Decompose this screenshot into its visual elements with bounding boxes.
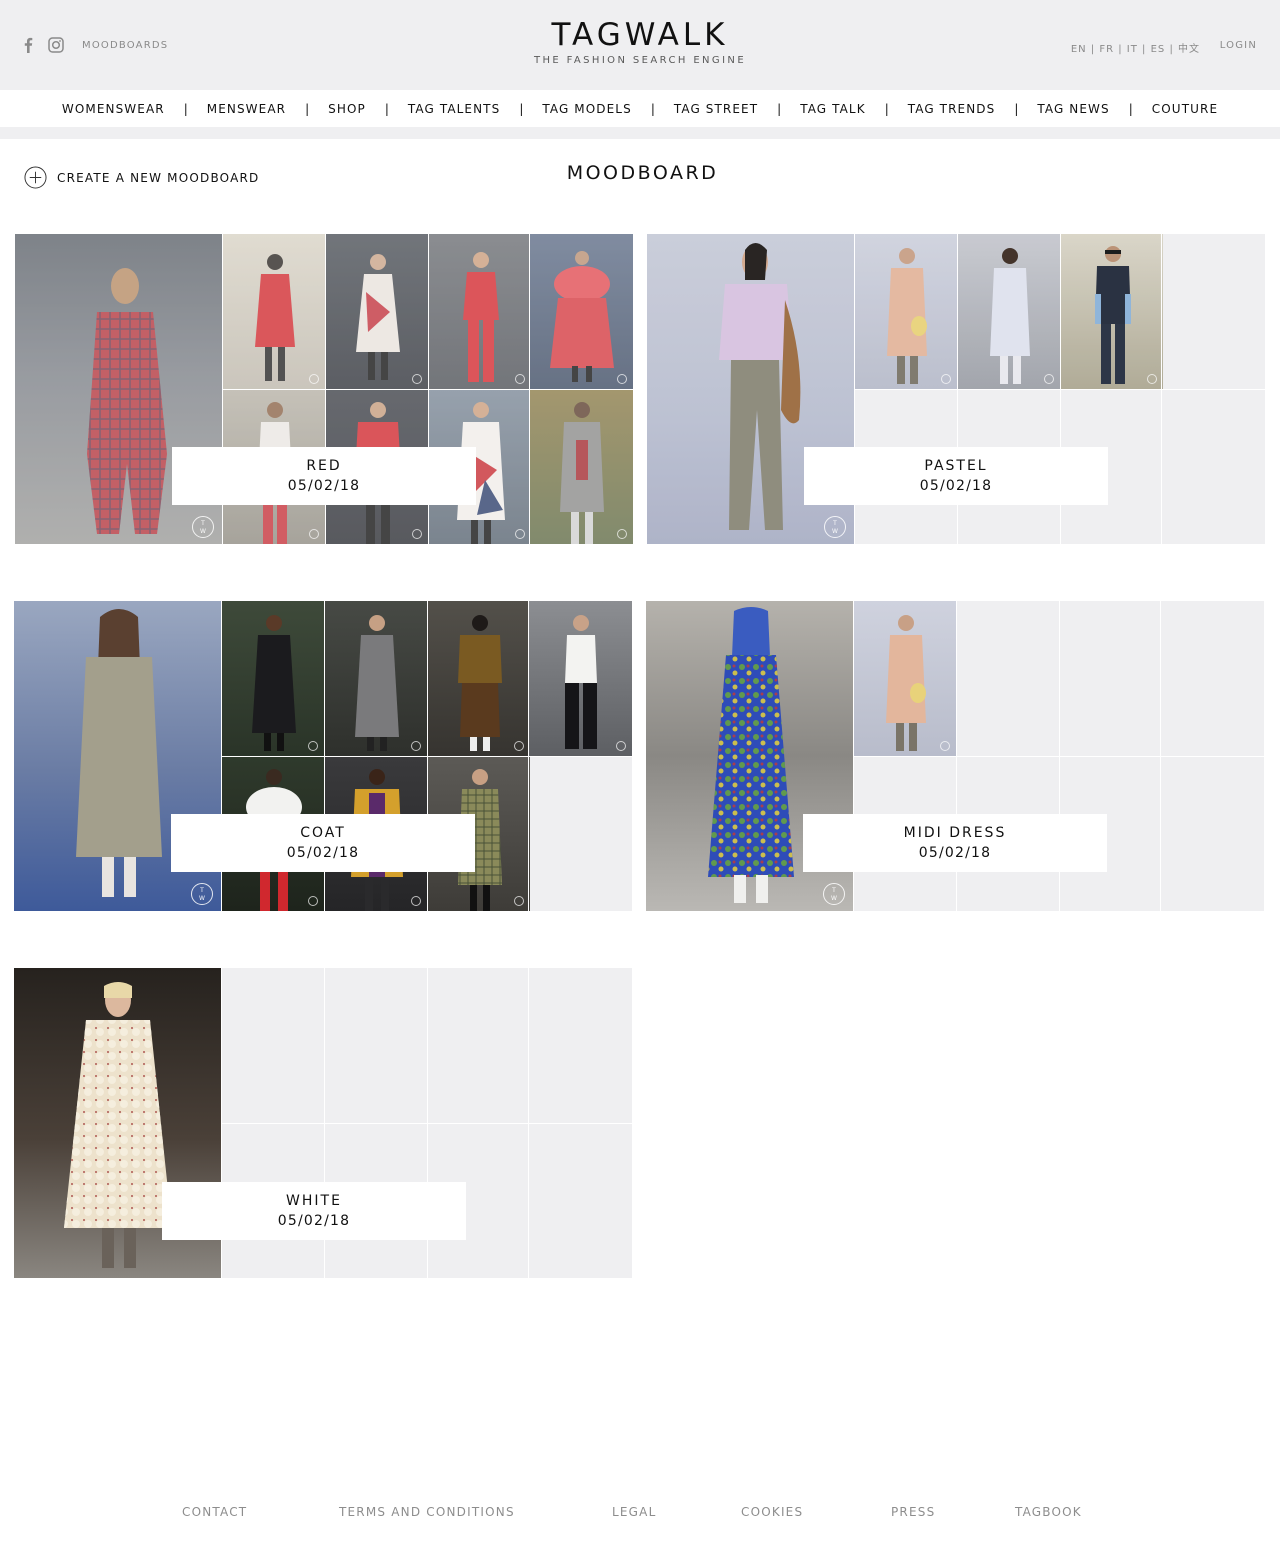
watermark-icon xyxy=(514,896,524,906)
empty-photo-slot xyxy=(324,968,427,1123)
board-label: MIDI DRESS 05/02/18 xyxy=(803,814,1107,872)
empty-photo-slot xyxy=(1059,601,1162,756)
runway-model-figure xyxy=(76,609,162,897)
board-name: RED xyxy=(306,458,342,474)
watermark-icon: TW xyxy=(823,883,845,905)
main-nav: WOMENSWEAR | MENSWEAR | SHOP | TAG TALEN… xyxy=(0,90,1280,127)
watermark-icon xyxy=(308,741,318,751)
top-header: MOODBOARDS TAGWALK THE FASHION SEARCH EN… xyxy=(0,0,1280,90)
nav-separator: | xyxy=(777,101,782,116)
board-label: PASTEL 05/02/18 xyxy=(804,447,1108,505)
board-name: MIDI DRESS xyxy=(903,825,1007,841)
nav-separator: | xyxy=(519,101,524,116)
board-photo xyxy=(427,601,530,756)
empty-photo-slot xyxy=(427,968,530,1123)
footer-legal-link[interactable]: LEGAL xyxy=(612,1505,656,1519)
nav-separator: | xyxy=(384,101,389,116)
board-label: COAT 05/02/18 xyxy=(171,814,475,872)
watermark-icon xyxy=(308,896,318,906)
footer-terms-link[interactable]: TERMS AND CONDITIONS xyxy=(339,1505,515,1519)
board-photo xyxy=(221,601,324,756)
moodboard-card-coat[interactable]: TW COAT 05/02/18 xyxy=(14,601,632,911)
footer-press-link[interactable]: PRESS xyxy=(891,1505,935,1519)
empty-photo-slot xyxy=(528,968,632,1123)
logo-subtitle: THE FASHION SEARCH ENGINE xyxy=(533,55,747,66)
nav-tag-talk[interactable]: TAG TALK xyxy=(800,102,865,116)
runway-model-figure xyxy=(64,982,172,1268)
board-date: 05/02/18 xyxy=(918,845,992,861)
nav-separator: | xyxy=(884,101,889,116)
watermark-icon xyxy=(940,741,950,751)
nav-underbar xyxy=(0,127,1280,139)
board-date: 05/02/18 xyxy=(287,478,361,494)
empty-photo-slot xyxy=(1160,756,1264,911)
moodboard-card-red[interactable]: TW RED 05/02/18 xyxy=(15,234,633,544)
empty-photo-slot xyxy=(1161,389,1265,544)
footer-cookies-link[interactable]: COOKIES xyxy=(741,1505,803,1519)
nav-menswear[interactable]: MENSWEAR xyxy=(207,102,286,116)
board-name: WHITE xyxy=(286,1193,342,1209)
login-link[interactable]: LOGIN xyxy=(1220,40,1257,51)
moodboard-card-midi-dress[interactable]: TW MIDI DRESS 05/02/18 xyxy=(646,601,1264,911)
footer-tagbook-link[interactable]: TAGBOOK xyxy=(1015,1505,1082,1519)
nav-tag-news[interactable]: TAG NEWS xyxy=(1037,102,1109,116)
moodboard-card-pastel[interactable]: TW PASTEL 05/02/18 xyxy=(647,234,1265,544)
nav-shop[interactable]: SHOP xyxy=(328,102,366,116)
nav-couture[interactable]: COUTURE xyxy=(1152,102,1218,116)
board-label: RED 05/02/18 xyxy=(172,447,476,505)
nav-tag-street[interactable]: TAG STREET xyxy=(674,102,758,116)
page-title: MOODBOARD xyxy=(566,162,719,184)
board-date: 05/02/18 xyxy=(919,478,993,494)
moodboard-card-white[interactable]: WHITE 05/02/18 xyxy=(14,968,632,1278)
board-photo xyxy=(853,601,956,756)
watermark-icon xyxy=(616,741,626,751)
empty-photo-slot xyxy=(221,968,324,1123)
board-name: PASTEL xyxy=(924,458,988,474)
board-photo xyxy=(324,601,427,756)
nav-tag-talents[interactable]: TAG TALENTS xyxy=(408,102,500,116)
watermark-icon xyxy=(514,741,524,751)
nav-womenswear[interactable]: WOMENSWEAR xyxy=(62,102,165,116)
empty-photo-slot xyxy=(1161,234,1265,389)
empty-photo-slot xyxy=(1160,601,1264,756)
board-name: COAT xyxy=(300,825,346,841)
nav-tag-trends[interactable]: TAG TRENDS xyxy=(908,102,996,116)
language-switcher[interactable]: EN | FR | IT | ES | 中文 xyxy=(1071,40,1200,55)
empty-photo-slot xyxy=(528,1123,632,1278)
board-date: 05/02/18 xyxy=(277,1213,351,1229)
footer-contact-link[interactable]: CONTACT xyxy=(182,1505,247,1519)
empty-photo-slot xyxy=(528,756,632,911)
nav-separator: | xyxy=(1128,101,1133,116)
watermark-icon: TW xyxy=(191,883,213,905)
runway-model-figure xyxy=(708,607,794,903)
empty-photo-slot xyxy=(956,601,1059,756)
board-label: WHITE 05/02/18 xyxy=(162,1182,466,1240)
nav-separator: | xyxy=(1014,101,1019,116)
watermark-icon xyxy=(411,896,421,906)
board-photo xyxy=(528,601,632,756)
nav-separator: | xyxy=(650,101,655,116)
nav-separator: | xyxy=(305,101,310,116)
watermark-icon xyxy=(411,741,421,751)
nav-tag-models[interactable]: TAG MODELS xyxy=(542,102,631,116)
board-date: 05/02/18 xyxy=(286,845,360,861)
nav-separator: | xyxy=(183,101,188,116)
